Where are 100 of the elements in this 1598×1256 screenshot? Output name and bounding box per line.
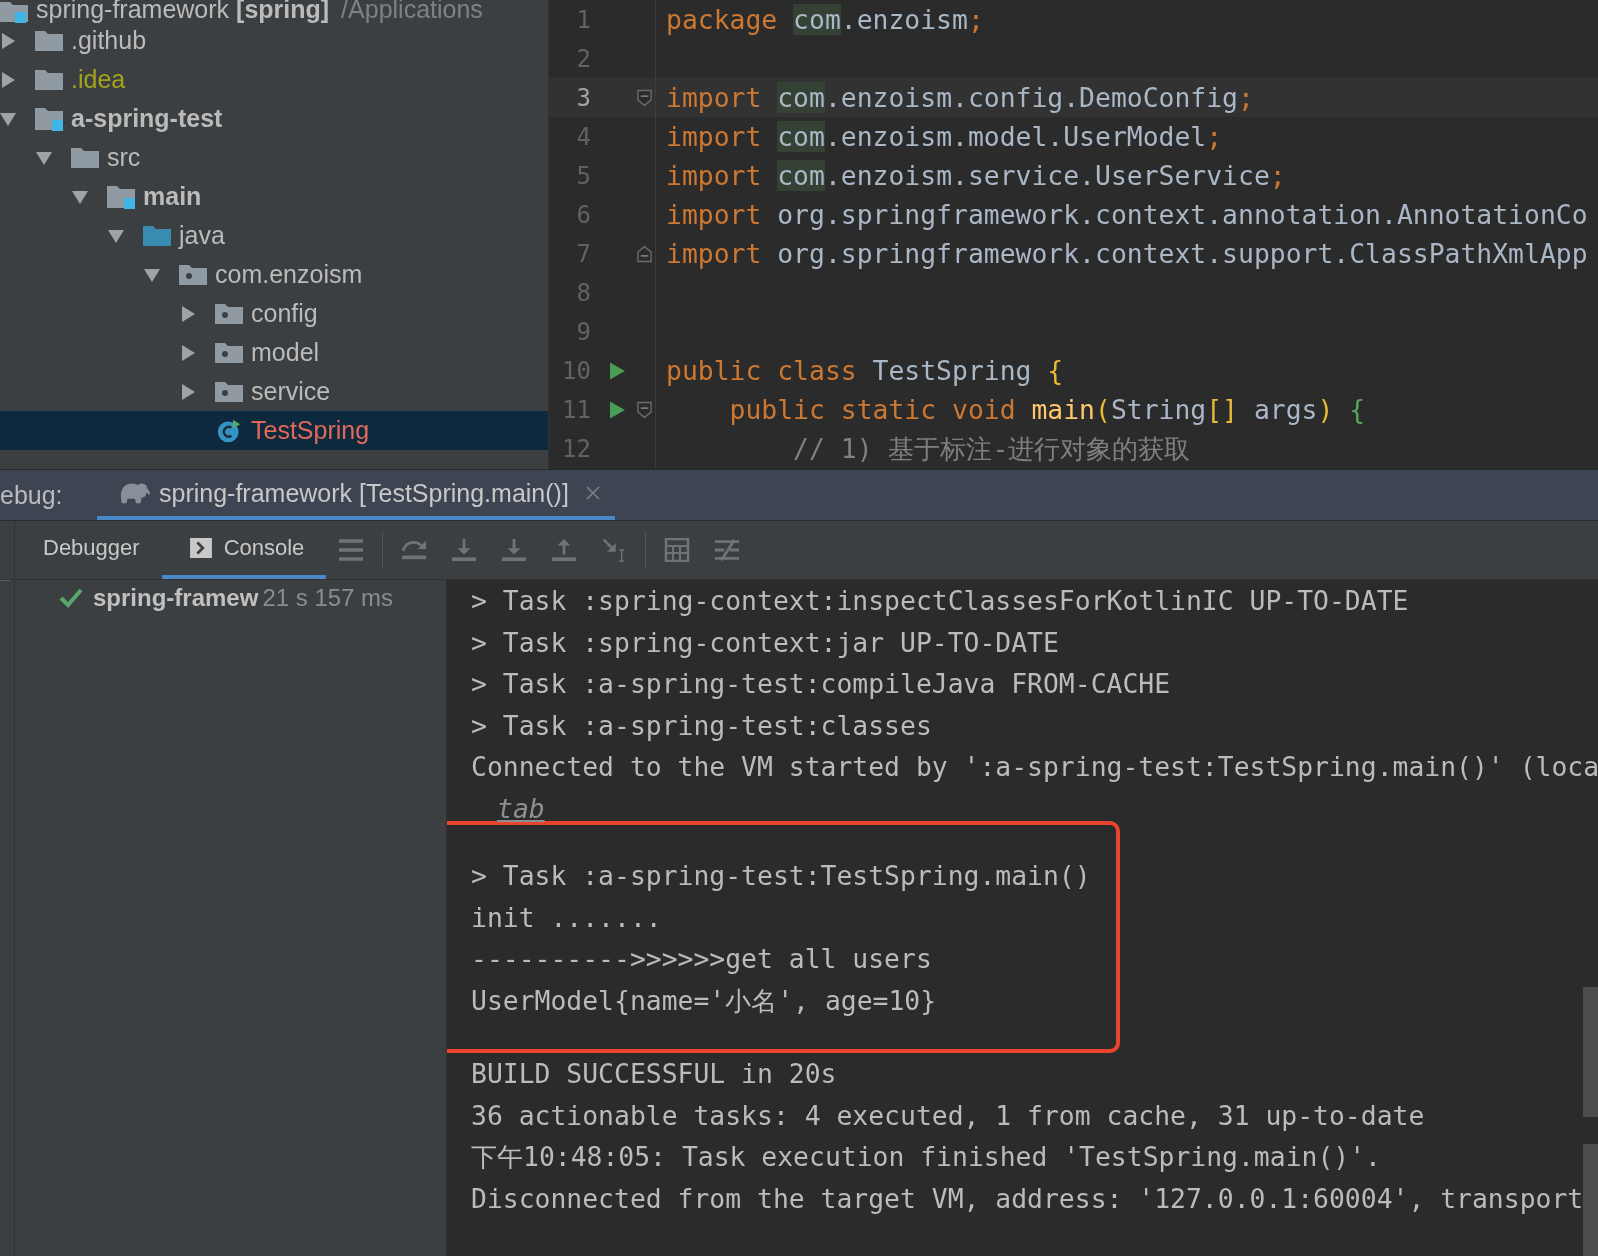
tree-item[interactable]: TestSpring xyxy=(0,411,548,450)
code-text: public class TestSpring { xyxy=(655,351,1064,390)
step-out-icon[interactable] xyxy=(551,538,578,562)
line-number: 1 xyxy=(575,5,591,34)
step-into-icon[interactable] xyxy=(451,538,478,562)
list-icon[interactable] xyxy=(338,538,365,562)
code-text: // 1) 基于标注-进行对象的获取 xyxy=(655,429,1191,468)
line-number: 6 xyxy=(575,200,591,229)
tree-item[interactable]: config xyxy=(0,294,548,333)
panel-title: ebug: xyxy=(0,480,64,510)
tree-item[interactable]: service xyxy=(0,372,548,411)
package-folder-icon xyxy=(215,301,243,326)
tree-item[interactable]: src xyxy=(0,138,548,177)
folder-icon xyxy=(143,223,171,248)
tree-item-label: java xyxy=(179,221,225,250)
console-line: BUILD SUCCESSFUL in 20s xyxy=(471,1058,837,1089)
line-number: 11 xyxy=(561,395,591,424)
line-number: 12 xyxy=(561,434,591,463)
tree-item[interactable]: main xyxy=(0,177,548,216)
scrollbar-thumb[interactable] xyxy=(1583,987,1598,1117)
collapsed-arrow-icon[interactable] xyxy=(180,383,196,400)
console-line: UserModel{name='小名', age=10} xyxy=(471,984,937,1016)
line-number: 4 xyxy=(575,122,591,151)
module-folder-icon xyxy=(35,106,63,131)
console-icon xyxy=(189,538,212,558)
collapsed-arrow-icon[interactable] xyxy=(0,71,16,88)
folder-icon xyxy=(71,145,99,170)
fold-icon[interactable] xyxy=(636,244,652,263)
console-line: > Task :a-spring-test:classes xyxy=(471,709,932,741)
line-number: 5 xyxy=(575,161,591,190)
line-number: 3 xyxy=(575,83,591,112)
console-line: 36 actionable tasks: 4 executed, 1 from cache, 31 up-to-date xyxy=(471,1099,1425,1131)
tree-item[interactable]: model xyxy=(0,333,548,372)
console-line: > Task :a-spring-test:TestSpring.main() xyxy=(471,860,1091,891)
code-text: package com.enzoism; xyxy=(655,0,984,39)
console-line: ---------->>>>>>get all users xyxy=(471,943,932,974)
tree-item-label: service xyxy=(251,377,331,406)
tree-item-label: TestSpring xyxy=(251,416,370,445)
tree-item-label: .github xyxy=(71,26,147,55)
console-line: init ....... xyxy=(471,901,662,933)
tree-item-label: config xyxy=(251,299,318,328)
code-text: import com.enzoism.config.DemoConfig; xyxy=(655,78,1254,117)
expanded-arrow-icon[interactable] xyxy=(0,110,16,127)
collapsed-arrow-icon[interactable] xyxy=(180,344,196,361)
line-number: 2 xyxy=(575,44,591,73)
run-name[interactable]: spring-framew xyxy=(93,584,259,612)
tree-item[interactable]: com.enzoism xyxy=(0,255,548,294)
tree-item-label: a-spring-test xyxy=(71,104,223,133)
run-icon[interactable] xyxy=(610,400,625,419)
console-link[interactable]: tab xyxy=(497,792,545,824)
tree-item-label: model xyxy=(251,338,320,367)
module-folder-icon xyxy=(0,0,28,24)
tree-item[interactable]: java xyxy=(0,216,548,255)
package-folder-icon xyxy=(215,379,243,404)
trace-icon[interactable] xyxy=(714,538,741,562)
line-number: 9 xyxy=(575,317,591,346)
step-over-icon[interactable] xyxy=(401,538,428,562)
code-text: import org.springframework.context.support.ClassPathXmlApp xyxy=(655,234,1588,273)
console-line: > Task :spring-context:inspectClassesForKotlinIC UP-TO-DATE xyxy=(471,585,1409,616)
tree-item-label: src xyxy=(107,143,141,172)
fold-icon[interactable] xyxy=(636,88,652,107)
tree-item[interactable]: .idea xyxy=(0,60,548,99)
console-line: 下午10:48:05: Task execution finished 'TestSpring.main()'. xyxy=(471,1141,1381,1172)
close-icon[interactable] xyxy=(584,485,601,501)
tree-item-label: main xyxy=(143,182,202,211)
module-folder-icon xyxy=(107,184,135,209)
package-folder-icon xyxy=(215,340,243,365)
project-path: /Applications xyxy=(341,0,483,24)
expanded-arrow-icon[interactable] xyxy=(36,149,52,166)
line-number: 8 xyxy=(575,278,591,307)
package-folder-icon xyxy=(179,262,207,287)
expanded-arrow-icon[interactable] xyxy=(72,188,88,205)
tool-tab[interactable]: Debugger xyxy=(15,521,162,579)
folder-icon xyxy=(35,67,63,92)
expanded-arrow-icon[interactable] xyxy=(144,266,160,283)
code-text: public static void main(String[] args) { xyxy=(655,390,1366,429)
collapsed-arrow-icon[interactable] xyxy=(180,305,196,322)
collapsed-arrow-icon[interactable] xyxy=(0,32,16,49)
line-number: 7 xyxy=(575,239,591,268)
tree-item[interactable]: a-spring-test xyxy=(0,99,548,138)
expanded-arrow-icon[interactable] xyxy=(108,227,124,244)
console-line: > Task :a-spring-test:compileJava FROM-CACHE xyxy=(471,668,1171,699)
code-text: import org.springframework.context.annotation.AnnotationCo xyxy=(655,195,1588,234)
line-number: 10 xyxy=(561,356,591,385)
console-line: Connected to the VM started by ':a-spring-test:TestSpring.main()' (loca xyxy=(471,751,1598,782)
fold-icon[interactable] xyxy=(636,400,652,419)
scrollbar-thumb[interactable] xyxy=(1583,1144,1598,1256)
run-icon[interactable] xyxy=(610,361,625,380)
console-line: Disconnected from the target VM, address: '127.0.0.1:60004', transport xyxy=(471,1182,1584,1214)
step-into-icon[interactable] xyxy=(501,538,528,562)
tree-item-label: com.enzoism xyxy=(215,260,363,289)
code-text: import com.enzoism.service.UserService; xyxy=(655,156,1286,195)
calculator-icon[interactable] xyxy=(664,538,691,562)
folder-icon xyxy=(35,28,63,53)
console-line: > Task :spring-context:jar UP-TO-DATE xyxy=(471,626,1059,658)
elephant-icon xyxy=(119,481,151,505)
class-icon xyxy=(215,418,243,443)
tree-item[interactable]: spring-framework [spring] /Applications xyxy=(0,0,548,24)
code-text: import com.enzoism.model.UserModel; xyxy=(655,117,1223,156)
tree-item-label: .idea xyxy=(71,65,126,94)
